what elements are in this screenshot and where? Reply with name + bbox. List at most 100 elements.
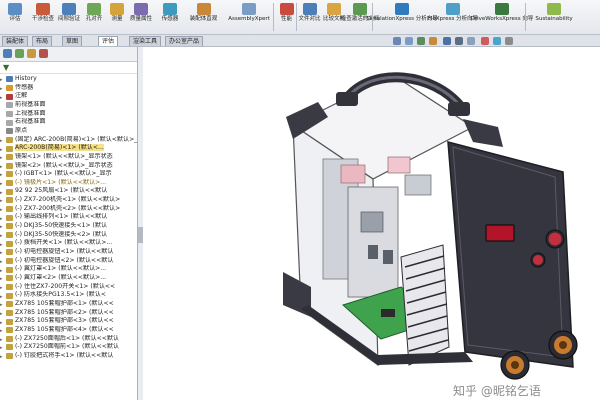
clearance-verification-button[interactable]: 间隙验证 xyxy=(57,1,81,33)
tree-item-label: 镜架<2> (默认<<默认>_显示状态 xyxy=(15,161,113,169)
tree-filter-bar[interactable]: ▼ xyxy=(0,62,137,74)
scene-icon[interactable] xyxy=(493,37,501,45)
tree-item[interactable]: ▸ ZX785 105套帽护部<4> (默认<< xyxy=(0,326,137,335)
graphics-viewport[interactable] xyxy=(143,47,600,400)
tree-item[interactable]: ▸ 镜架<2> (默认<<默认>_显示状态 xyxy=(0,162,137,171)
tree-item[interactable]: ▸ ZX785 105套帽护部<1> (默认<< xyxy=(0,300,137,309)
tree-item-label: 原点 xyxy=(15,126,28,134)
tree-item[interactable]: ▸ (-) 住住ZX7-200开关<1> (默认<< xyxy=(0,283,137,292)
tree-item[interactable]: 前视基准面 xyxy=(0,101,137,110)
tree-item-label: 上视基准面 xyxy=(15,109,46,117)
tree-item-label: (-) DKJ35-50快速接头<1> (默认 xyxy=(15,222,108,230)
property-manager-tab-icon[interactable] xyxy=(15,49,24,58)
view-orientation-icon[interactable] xyxy=(443,37,451,45)
interference-check-icon xyxy=(36,3,50,15)
dimxpert-tab-icon[interactable] xyxy=(39,49,48,58)
driveworksxpress-button[interactable]: DriveWorksXpress 向导 xyxy=(471,1,533,33)
floxpress-button[interactable]: FloXpress 分析向导 xyxy=(428,1,478,33)
tree-item[interactable]: ▸ (-) 初电控器旋钮<1> (默认<<默认 xyxy=(0,248,137,257)
performance-button[interactable]: 性能 xyxy=(276,1,297,33)
handle-mount-left xyxy=(336,92,358,106)
check-active-document-icon xyxy=(353,3,367,15)
tree-item[interactable]: ▸ (-) DKJ35-50快速接头<2> (默认 xyxy=(0,231,137,240)
tree-item[interactable]: ▸ (-) ZX7-200机壳<2> (默认<<默认> xyxy=(0,205,137,214)
tree-item[interactable]: ▸ (-) ZX7-200机壳<1> (默认<<默认> xyxy=(0,196,137,205)
sensor-button[interactable]: 传感器 xyxy=(156,1,184,33)
tree-item[interactable]: ▸ (-) 翼灯罩<1> (默认<<默认>... xyxy=(0,265,137,274)
part-icon xyxy=(6,275,13,282)
zoom-area-icon[interactable] xyxy=(405,37,413,45)
tree-item-label: (-) 镜极片<1> (默认<<默认>... xyxy=(15,178,107,186)
assemblyxpert-button[interactable]: AssemblyXpert xyxy=(224,1,274,33)
tree-item[interactable]: ▸ (-) 钉胶把式将手<1> (默认<<默认 xyxy=(0,352,137,361)
view-settings-icon[interactable] xyxy=(505,37,513,45)
feature-manager-panel: ▼ ▸ History ▸ 传感器 ▸ 注解 前视基准面 上视基准面 右视基准面 原点 ▸ (固定) … xyxy=(0,47,138,400)
tree-item-label: 前视基准面 xyxy=(15,100,46,108)
tree-item[interactable]: ▸ (-) DKJ35-50快速接头<1> (默认 xyxy=(0,222,137,231)
ribbon-button-label: DriveWorksXpress 向导 xyxy=(470,16,534,22)
tree-item[interactable]: 上视基准面 xyxy=(0,110,137,119)
configuration-manager-tab-icon[interactable] xyxy=(27,49,36,58)
ribbon-button-label: 间隙验证 xyxy=(57,16,80,22)
section-view-icon[interactable] xyxy=(429,37,437,45)
part-icon xyxy=(6,214,13,221)
tab-2[interactable]: 草图 xyxy=(62,36,83,46)
edit-appearance-icon[interactable] xyxy=(481,37,489,45)
simulationxpress-button[interactable]: SimulationXpress 分析向导 xyxy=(366,1,438,33)
compare-files-button[interactable]: 文件对比 xyxy=(299,1,321,33)
capacitor-block-2 xyxy=(383,250,393,264)
zoom-to-fit-icon[interactable] xyxy=(393,37,401,45)
tree-item[interactable]: ▸ 传感器 xyxy=(0,84,137,93)
folder-icon xyxy=(6,76,13,83)
tree-item-label: (-) 输出线排列<1> (默认<<默认 xyxy=(15,213,108,221)
tree-item[interactable]: ▸ (-) IGBT<1> (默认<<默认>_显示 xyxy=(0,170,137,179)
tree-item[interactable]: ▸ 92 92 25风扇<1> (默认<<默认 xyxy=(0,187,137,196)
tree-item[interactable]: ▸ History xyxy=(0,75,137,84)
tree-item[interactable]: ▸ 注解 xyxy=(0,92,137,101)
tree-item-label: (-) ZX7250面帽前<1> (默认<<默认 xyxy=(15,343,120,351)
tree-item[interactable]: ▸ (-) 初电控器旋钮<2> (默认<<默认 xyxy=(0,257,137,266)
front-louvers xyxy=(400,244,450,366)
previous-view-icon[interactable] xyxy=(417,37,425,45)
tree-item[interactable]: ▸ (-) 输出线排列<1> (默认<<默认 xyxy=(0,213,137,222)
tab-0[interactable]: 装配体 xyxy=(2,36,29,46)
driveworksxpress-icon xyxy=(495,3,509,15)
tree-item[interactable]: ▸ (-) 防水接头PG13.5<1> (默认< xyxy=(0,291,137,300)
transformer-block xyxy=(360,211,384,233)
hide-show-items-icon[interactable] xyxy=(467,37,475,45)
interference-check-button[interactable]: 干涉检查 xyxy=(30,1,56,33)
tree-item-label: 镜架<1> (默认<<默认>_显示状态 xyxy=(15,152,113,160)
welder-3d-model xyxy=(283,72,578,380)
hole-alignment-button[interactable]: 孔对齐 xyxy=(82,1,106,33)
mass-properties-button[interactable]: 质量属性 xyxy=(128,1,154,33)
measure-button[interactable]: 测量 xyxy=(107,1,127,33)
tree-item[interactable]: ▸ (-) 镜极片<1> (默认<<默认>... xyxy=(0,179,137,188)
tree-item[interactable]: ▸ ZX785 105套帽护部<2> (默认<< xyxy=(0,309,137,318)
tree-item[interactable]: 原点 xyxy=(0,127,137,136)
tab-1[interactable]: 布局 xyxy=(32,36,53,46)
tree-item[interactable]: 右视基准面 xyxy=(0,118,137,127)
ribbon-toolbar: 评估 干涉检查 间隙验证 孔对齐 测量 质量属性 传感器 装配体直观 AssemblyXpert… xyxy=(0,0,600,35)
tree-item[interactable]: ▸(固定) ARC-200B(简易)<1> (默认<默认>_显示状态1> xyxy=(0,136,137,145)
performance-icon xyxy=(279,3,294,15)
assembly-visualization-button[interactable]: 装配体直观 xyxy=(185,1,222,33)
tree-item[interactable]: ▸ ZX785 105套帽护部<3> (默认<< xyxy=(0,317,137,326)
simulationxpress-icon xyxy=(395,3,409,15)
tree-item[interactable]: ▸ (-) 翼灯罩<2> (默认<<默认>... xyxy=(0,274,137,283)
tree-item[interactable]: ▸ (-) ZX7250面帽前<1> (默认<<默认 xyxy=(0,343,137,352)
tree-item[interactable]: ▸ (-) ZX7250面帽后<1> (默认<<默认 xyxy=(0,335,137,344)
tree-item-label: (-) IGBT<1> (默认<<默认>_显示 xyxy=(15,170,112,178)
tree-item[interactable]: ▸ (-) 拨档开关<1> (默认<<默认>... xyxy=(0,239,137,248)
display-style-icon[interactable] xyxy=(455,37,463,45)
part-icon xyxy=(6,223,13,230)
sustainability-button[interactable]: Sustainability xyxy=(527,1,581,33)
tree-item[interactable]: ▸ 镜架<1> (默认<<默认>_显示状态 xyxy=(0,153,137,162)
tree-item-label: History xyxy=(15,75,37,82)
evaluate-button[interactable]: 评估 xyxy=(2,1,28,33)
tree-item[interactable]: ▸ ARC-200B(简易)<1> (默认<... xyxy=(0,144,137,153)
part-icon xyxy=(6,232,13,239)
filter-icon[interactable]: ▼ xyxy=(3,63,9,72)
tab-3[interactable]: 评估 xyxy=(98,36,119,46)
feature-manager-tab-icon[interactable] xyxy=(3,49,12,58)
plane-icon xyxy=(6,119,13,126)
